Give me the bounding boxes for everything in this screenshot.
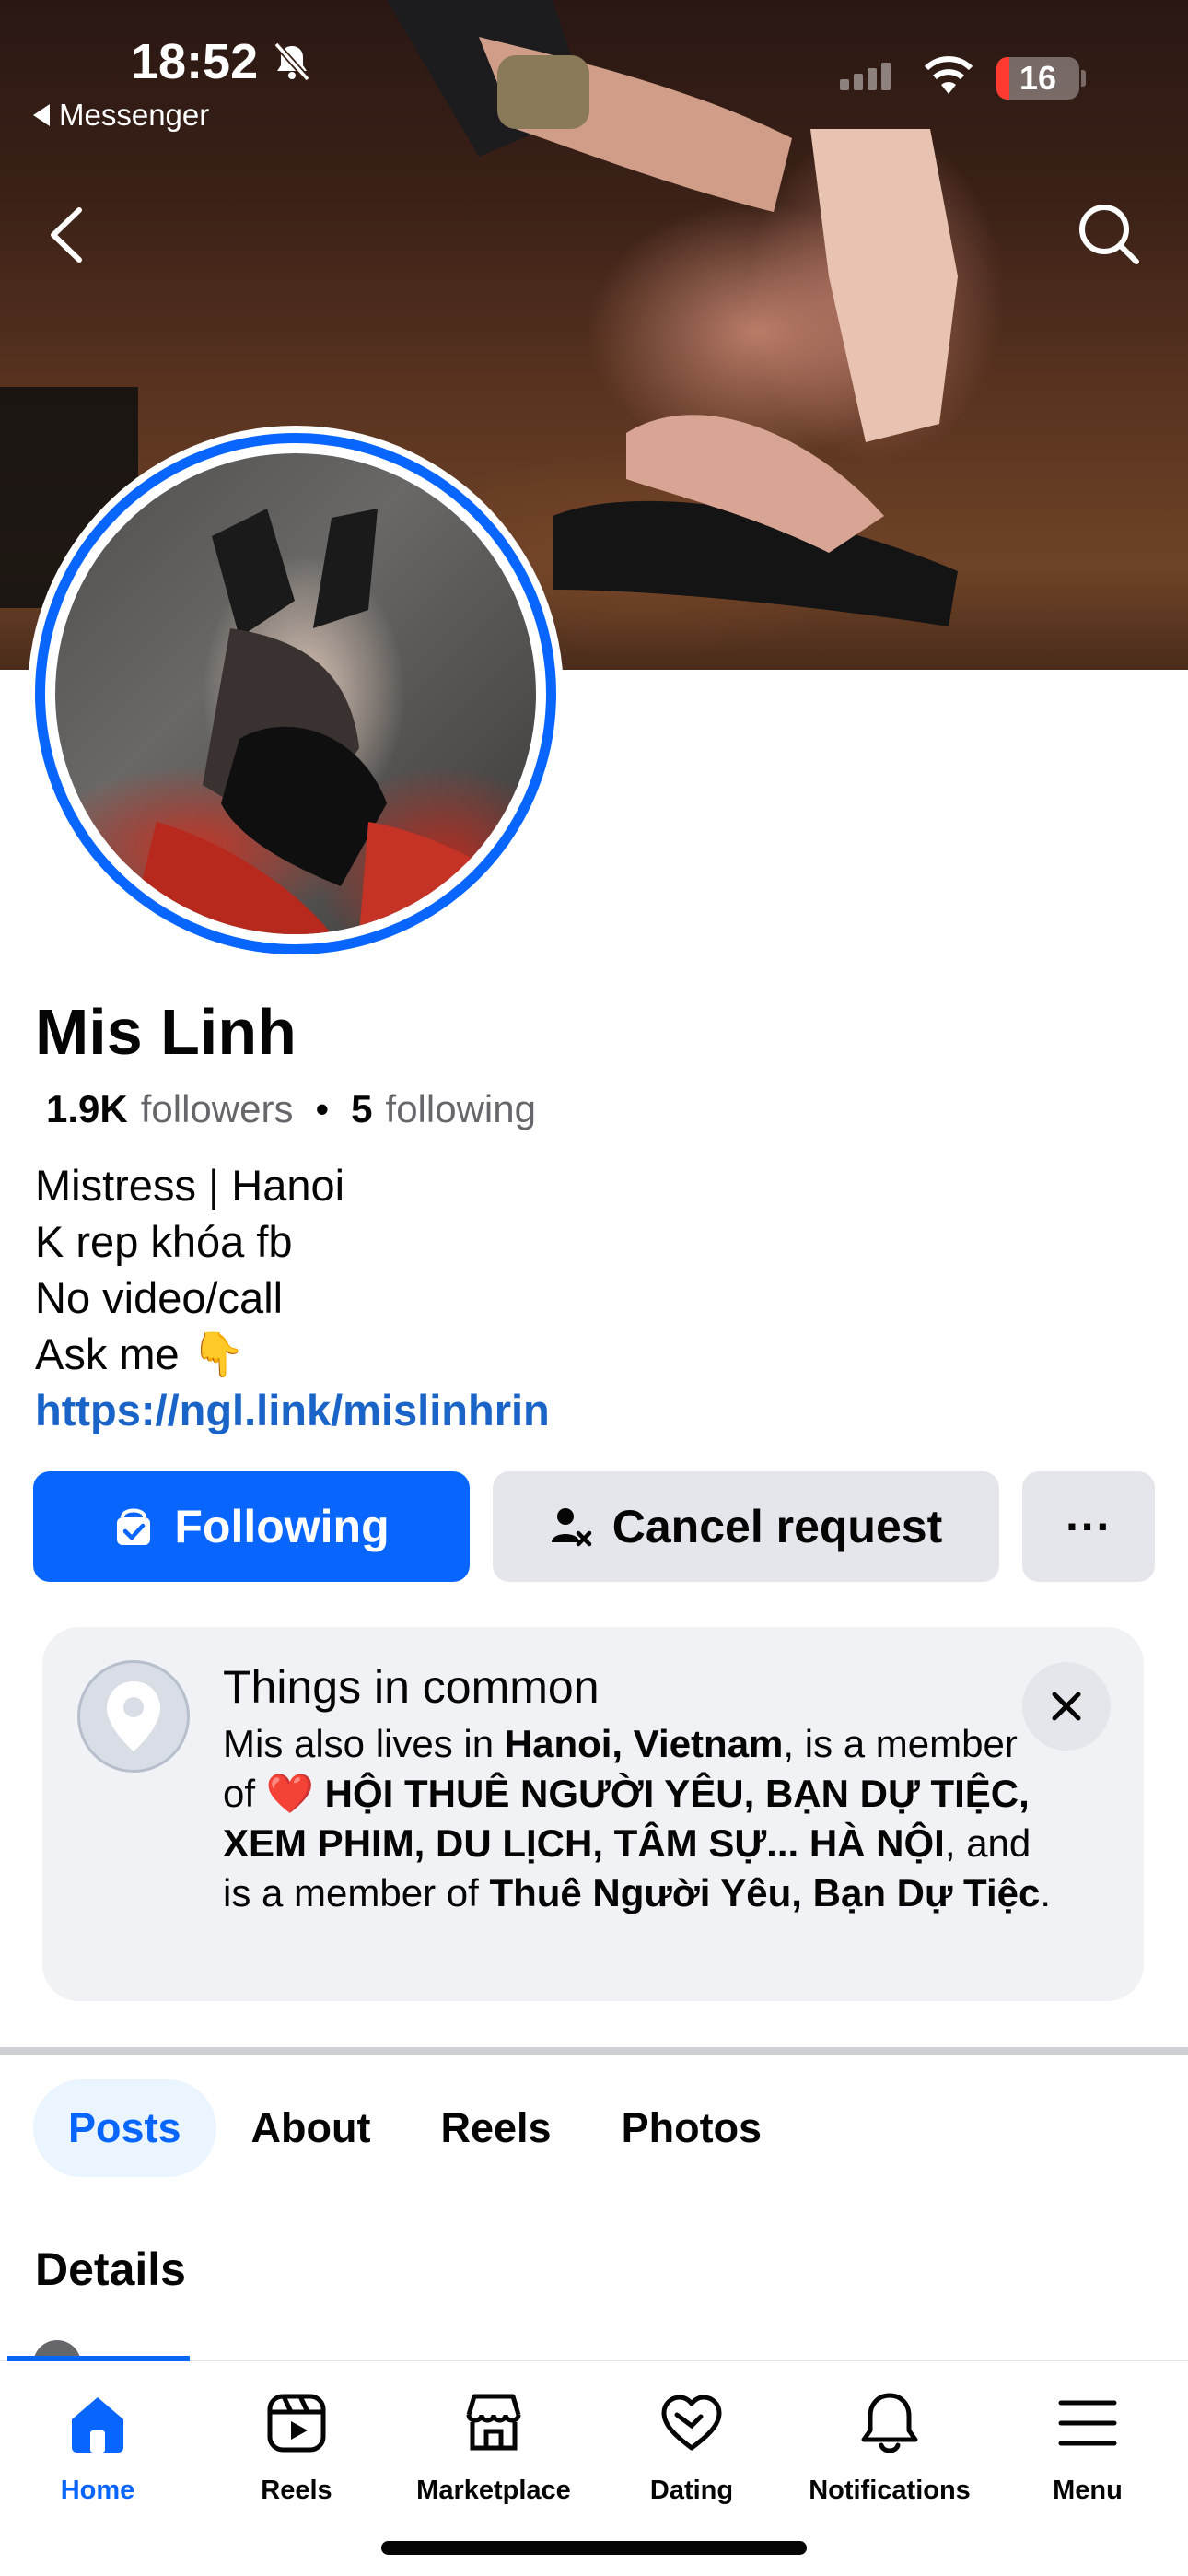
following-button-label: Following <box>174 1501 390 1552</box>
followers-count[interactable]: 1.9K <box>46 1087 128 1131</box>
bell-icon <box>852 2385 927 2461</box>
heart-emoji: ❤️ <box>265 1772 314 1815</box>
nav-dating[interactable]: Dating <box>600 2385 784 2506</box>
followers-label[interactable]: followers <box>141 1087 294 1131</box>
common-group[interactable]: HỘI THUÊ NGƯỜI YÊU, BẠN DỰ TIỆC, XEM PHI… <box>223 1772 1030 1865</box>
battery-tip <box>1081 70 1086 87</box>
following-check-icon <box>113 1505 154 1549</box>
tab-about[interactable]: About <box>216 2079 406 2177</box>
dating-heart-icon <box>654 2385 729 2461</box>
nav-home-label: Home <box>60 2476 135 2505</box>
profile-tabs: Posts About Reels Photos <box>33 2079 797 2177</box>
marketplace-icon <box>456 2385 531 2461</box>
bio-line: Mistress | Hanoi <box>35 1161 345 1210</box>
wifi-icon <box>924 56 973 94</box>
nav-notifications-label: Notifications <box>809 2476 971 2505</box>
back-app-label: Messenger <box>59 98 210 132</box>
tab-photos[interactable]: Photos <box>587 2079 798 2177</box>
cellular-signal-icon <box>840 63 891 90</box>
more-options-button[interactable]: ··· <box>1022 1471 1155 1582</box>
avatar-photo <box>55 453 536 934</box>
bio-line: K rep khóa fb <box>35 1217 293 1266</box>
bell-muted-icon <box>274 41 310 82</box>
status-time: 18:52 <box>131 34 259 89</box>
active-tab-indicator <box>7 2356 190 2361</box>
home-icon <box>60 2385 135 2461</box>
user-cancel-icon <box>550 1505 592 1548</box>
bio-line: No video/call <box>35 1273 284 1322</box>
close-card-button[interactable] <box>1022 1662 1111 1751</box>
nav-menu-label: Menu <box>1053 2476 1123 2505</box>
reels-icon <box>259 2385 334 2461</box>
back-to-messenger[interactable]: Messenger <box>33 98 209 133</box>
following-label[interactable]: following <box>386 1087 536 1131</box>
bio-line: Ask me 👇 <box>35 1329 246 1378</box>
common-text: Mis also lives in <box>223 1722 505 1765</box>
stats-separator: • <box>315 1087 330 1130</box>
home-indicator[interactable] <box>381 2541 807 2555</box>
bio-link[interactable]: https://ngl.link/mislinhrin <box>35 1382 550 1438</box>
back-triangle-icon <box>33 104 50 126</box>
cancel-request-button[interactable]: Cancel request <box>493 1471 999 1582</box>
nav-marketplace[interactable]: Marketplace <box>402 2385 586 2506</box>
location-pin-icon <box>77 1660 190 1773</box>
common-group[interactable]: Thuê Người Yêu, Bạn Dự Tiệc <box>489 1871 1040 1914</box>
tab-reels[interactable]: Reels <box>406 2079 587 2177</box>
common-description: Mis also lives in Hanoi, Vietnam, is a m… <box>223 1719 1052 1918</box>
more-options-icon: ··· <box>1066 1501 1112 1552</box>
back-chevron-icon[interactable] <box>44 205 88 265</box>
common-title: Things in common <box>223 1661 600 1713</box>
things-in-common-card: Things in common Mis also lives in Hanoi… <box>42 1627 1144 2001</box>
battery-indicator: 16 <box>996 57 1079 100</box>
nav-dating-label: Dating <box>649 2476 734 2505</box>
search-icon[interactable] <box>1076 201 1142 267</box>
avatar-photo-graphic <box>129 509 516 934</box>
profile-picture[interactable] <box>28 426 564 962</box>
common-city[interactable]: Hanoi, Vietnam <box>505 1722 784 1765</box>
nav-menu[interactable]: Menu <box>996 2385 1180 2506</box>
section-divider <box>0 2047 1188 2055</box>
following-button[interactable]: Following <box>33 1471 470 1582</box>
nav-home[interactable]: Home <box>6 2385 190 2506</box>
common-text: . <box>1040 1871 1052 1914</box>
cancel-request-label: Cancel request <box>611 1501 943 1552</box>
nav-reels-label: Reels <box>261 2476 332 2505</box>
nav-marketplace-label: Marketplace <box>416 2476 571 2505</box>
nav-reels[interactable]: Reels <box>204 2385 389 2506</box>
following-count[interactable]: 5 <box>351 1087 372 1131</box>
hamburger-menu-icon <box>1050 2385 1125 2461</box>
follow-stats: 1.9K followers • 5 following <box>46 1087 536 1131</box>
nav-notifications[interactable]: Notifications <box>798 2385 982 2506</box>
details-heading: Details <box>35 2243 186 2295</box>
profile-bio: Mistress | Hanoi K rep khóa fb No video/… <box>35 1157 550 1438</box>
profile-name: Mis Linh <box>35 996 297 1068</box>
close-icon <box>1052 1692 1081 1721</box>
tab-posts[interactable]: Posts <box>33 2079 216 2177</box>
battery-percent: 16 <box>1019 59 1057 97</box>
